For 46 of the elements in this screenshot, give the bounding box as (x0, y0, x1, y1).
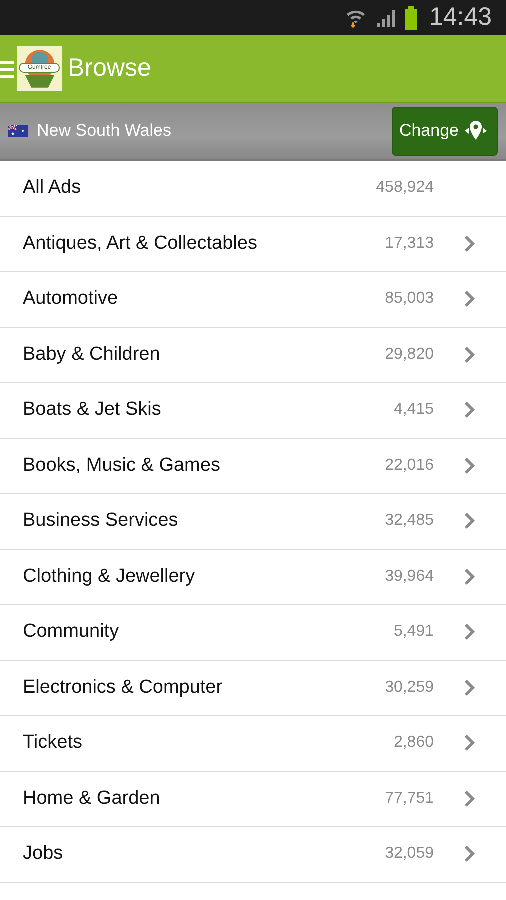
category-name: Business Services (23, 510, 180, 532)
category-name: Jobs (23, 843, 64, 866)
category-name: Antiques, Art & Collectables (23, 232, 258, 255)
category-row[interactable]: Baby & Children 29,820 (0, 328, 506, 383)
ad-count: 32,485 (385, 512, 434, 530)
ad-count: 4,415 (394, 401, 434, 420)
category-row[interactable]: Home & Garden 77,751 (0, 772, 506, 827)
menu-icon[interactable] (0, 58, 14, 78)
category-name: Books, Music & Games (23, 454, 222, 477)
category-row[interactable]: Community 5,491 (0, 605, 506, 660)
ad-count: 17,313 (385, 234, 434, 253)
ad-count: 77,751 (385, 790, 434, 808)
ad-count: 30,259 (385, 678, 434, 697)
category-name: Automotive (23, 288, 120, 310)
ad-count: 2,860 (394, 734, 434, 752)
category-row[interactable]: Jobs 32,059 (0, 827, 506, 882)
flag-icon (8, 125, 28, 137)
location-name: New South Wales (37, 121, 172, 141)
ad-count: 29,820 (385, 346, 434, 364)
category-name: Home & Garden (23, 788, 162, 810)
category-name: Electronics & Computer (23, 676, 224, 699)
clock: 14:43 (429, 3, 492, 32)
screen-title: Browse (68, 54, 152, 83)
category-row[interactable]: Clothing & Jewellery 39,964 (0, 550, 506, 605)
category-name: Community (23, 621, 120, 644)
category-name: Clothing & Jewellery (23, 566, 196, 588)
ad-count: 458,924 (376, 179, 434, 198)
ad-count: 5,491 (394, 623, 434, 642)
category-name: Tickets (23, 732, 84, 754)
category-row[interactable]: Business Services 32,485 (0, 494, 506, 550)
category-row[interactable]: Boats & Jet Skis 4,415 (0, 383, 506, 438)
category-row[interactable]: Automotive 85,003 (0, 272, 506, 328)
ad-count: 22,016 (385, 456, 434, 475)
category-row[interactable]: Antiques, Art & Collectables 17,313 (0, 216, 506, 272)
ad-count: 85,003 (385, 290, 434, 308)
change-location-button[interactable]: Change (392, 106, 498, 156)
ad-count: 32,059 (385, 845, 434, 864)
category-row[interactable]: Electronics & Computer 30,259 (0, 660, 506, 716)
category-name: Boats & Jet Skis (23, 399, 162, 422)
battery-icon (405, 6, 418, 30)
category-row[interactable]: Tickets 2,860 (0, 716, 506, 772)
category-row[interactable]: All Ads 458,924 (0, 161, 506, 216)
ad-count: 39,964 (385, 568, 434, 586)
category-name: Baby & Children (23, 344, 162, 366)
category-name: All Ads (23, 177, 82, 200)
category-row[interactable]: Books, Music & Games 22,016 (0, 438, 506, 494)
